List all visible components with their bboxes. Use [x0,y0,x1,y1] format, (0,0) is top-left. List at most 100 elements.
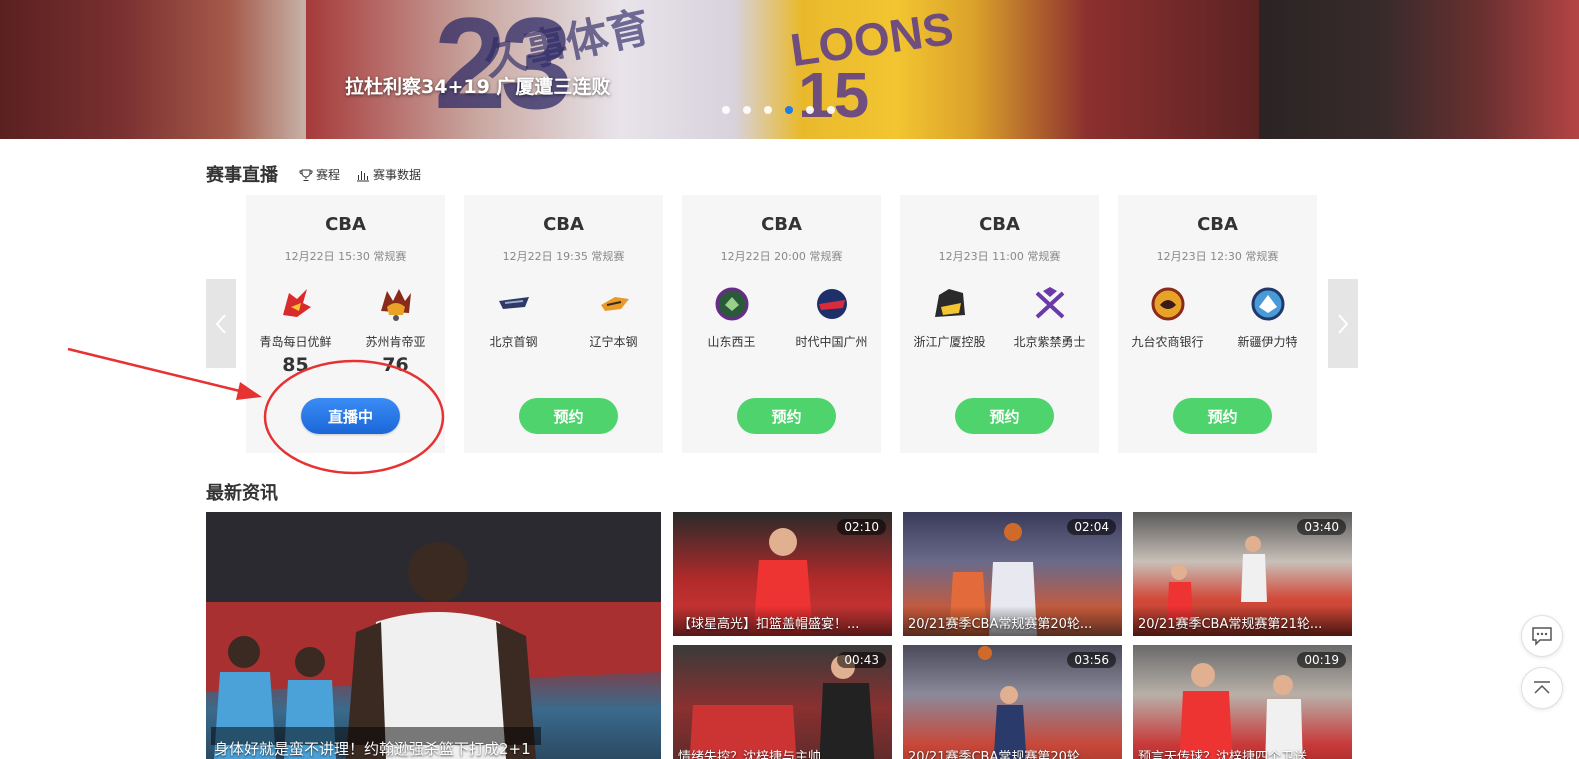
home-team-name: 青岛每日优鲜 [259,335,332,349]
book-button[interactable]: 预约 [955,398,1054,434]
video-caption[interactable]: 【球星高光】扣篮盖帽盛宴！... [678,613,887,632]
chevron-right-icon [1338,313,1349,334]
video-thumb[interactable]: 02:10 【球星高光】扣篮盖帽盛宴！... [673,512,892,636]
featured-video[interactable] [206,512,661,759]
team-logo-beijing-shougang [495,285,533,323]
away-team[interactable]: 辽宁本钢 [564,285,663,350]
away-team[interactable]: 时代中国广州 [782,285,881,350]
home-team-name: 九台农商银行 [1131,335,1204,349]
bar-chart-icon [357,170,369,181]
match-card[interactable]: CBA 12月23日 11:00 常规赛 浙江广厦控股 北京紫禁勇士 预约 [900,195,1099,453]
away-team-score: 76 [382,354,409,376]
stats-link[interactable]: 赛事数据 [356,166,421,183]
carousel-dot-active[interactable] [785,106,793,114]
team-logo-guangzhou [813,285,851,323]
video-caption[interactable]: 20/21赛季CBA常规赛第20轮... [908,613,1117,632]
video-caption[interactable]: 20/21赛季CBA常规赛第21轮... [1138,613,1347,632]
league-name: CBA [1197,214,1238,235]
match-info: 12月22日 15:30 常规赛 [284,250,407,263]
home-team[interactable]: 浙江广厦控股 [900,285,999,350]
video-duration: 00:43 [837,652,886,668]
banner-caption[interactable]: 拉杜利察34+19 广厦遭三连败 [345,72,610,99]
home-team-name: 浙江广厦控股 [913,335,986,349]
back-to-top-icon [1534,681,1550,694]
match-card[interactable]: CBA 12月22日 15:30 常规赛 青岛每日优鲜 85 苏州肯帝亚 76 … [246,195,445,453]
away-team-name: 北京紫禁勇士 [1013,335,1086,349]
home-team[interactable]: 山东西王 [682,285,781,350]
video-caption[interactable]: 预言天传球？沈梓捷四个卫送... [1138,746,1347,759]
prev-button[interactable] [206,279,236,368]
book-button[interactable]: 预约 [519,398,618,434]
schedule-label: 赛程 [316,168,341,182]
away-team[interactable]: 新疆伊力特 [1218,285,1317,350]
team-logo-qingdao [277,285,315,323]
home-team[interactable]: 九台农商银行 [1118,285,1217,350]
banner-side-right [1259,0,1579,139]
match-card[interactable]: CBA 12月22日 20:00 常规赛 山东西王 时代中国广州 预约 [682,195,881,453]
carousel-dot[interactable] [764,106,772,114]
video-duration: 03:40 [1297,519,1346,535]
trophy-icon [299,169,313,181]
match-cards: CBA 12月22日 15:30 常规赛 青岛每日优鲜 85 苏州肯帝亚 76 … [246,195,1317,453]
league-name: CBA [979,214,1020,235]
carousel-dots [722,106,835,114]
team-logo-beijing-ziyong [1031,285,1069,323]
video-duration: 02:10 [837,519,886,535]
home-team-name: 山东西王 [707,335,756,349]
match-card[interactable]: CBA 12月22日 19:35 常规赛 北京首钢 辽宁本钢 预约 [464,195,663,453]
video-duration: 02:04 [1067,519,1116,535]
live-section-title: 赛事直播 [206,165,278,186]
video-caption[interactable]: 情绪失控？沈梓捷与主帅... [678,746,887,759]
chat-icon [1532,627,1552,646]
featured-player-figure [206,512,661,759]
away-team-name: 辽宁本钢 [589,335,638,349]
video-duration: 00:19 [1297,652,1346,668]
carousel-dot[interactable] [722,106,730,114]
away-team-name: 新疆伊力特 [1237,335,1298,349]
league-name: CBA [761,214,802,235]
video-caption[interactable]: 20/21赛季CBA常规赛第20轮... [908,746,1117,759]
carousel-dot[interactable] [743,106,751,114]
away-team[interactable]: 北京紫禁勇士 [1000,285,1099,350]
carousel-dot[interactable] [827,106,835,114]
video-thumb[interactable]: 02:04 20/21赛季CBA常规赛第20轮... [903,512,1122,636]
video-thumb[interactable]: 00:19 预言天传球？沈梓捷四个卫送... [1133,645,1352,759]
away-team-name: 苏州肯帝亚 [365,335,426,349]
book-button[interactable]: 预约 [737,398,836,434]
match-card[interactable]: CBA 12月23日 12:30 常规赛 九台农商银行 新疆伊力特 预约 [1118,195,1317,453]
team-logo-zhejiang-guangsha [931,285,969,323]
video-thumb[interactable]: 00:43 情绪失控？沈梓捷与主帅... [673,645,892,759]
team-logo-suzhou [377,285,415,323]
home-team-name: 北京首钢 [489,335,538,349]
schedule-link[interactable]: 赛程 [299,166,340,183]
match-info: 12月23日 12:30 常规赛 [1156,250,1279,263]
featured-video-caption[interactable]: 身体好就是蛮不讲理！约翰逊强杀篮下打成2+1 [214,738,531,759]
banner-image[interactable]: 久事体育 23 LOONS 15 [306,0,1259,139]
home-team[interactable]: 青岛每日优鲜 85 [246,285,345,376]
news-section-title: 最新资讯 [206,483,278,504]
hero-banner[interactable]: 久事体育 23 LOONS 15 拉杜利察34+19 广厦遭三连败 [0,0,1579,139]
jersey-number-b: 15 [798,59,870,131]
video-thumb[interactable]: 03:56 20/21赛季CBA常规赛第20轮... [903,645,1122,759]
away-team[interactable]: 苏州肯帝亚 76 [346,285,445,376]
book-button[interactable]: 预约 [1173,398,1272,434]
stats-label: 赛事数据 [373,168,422,182]
match-info: 12月23日 11:00 常规赛 [938,250,1061,263]
carousel-dot[interactable] [806,106,814,114]
match-info: 12月22日 20:00 常规赛 [720,250,843,263]
next-button[interactable] [1328,279,1358,368]
video-duration: 03:56 [1067,652,1116,668]
team-logo-shandong [713,285,751,323]
team-logo-xinjiang [1249,285,1287,323]
jersey-number-a: 23 [434,0,573,136]
video-thumb[interactable]: 03:40 20/21赛季CBA常规赛第21轮... [1133,512,1352,636]
back-to-top-button[interactable] [1521,667,1563,709]
team-logo-jilin [1149,285,1187,323]
league-name: CBA [325,214,366,235]
home-team-score: 85 [282,354,309,376]
away-team-name: 时代中国广州 [795,335,868,349]
banner-side-left [0,0,306,139]
live-button[interactable]: 直播中 [301,398,400,434]
chat-button[interactable] [1521,615,1563,657]
home-team[interactable]: 北京首钢 [464,285,563,350]
